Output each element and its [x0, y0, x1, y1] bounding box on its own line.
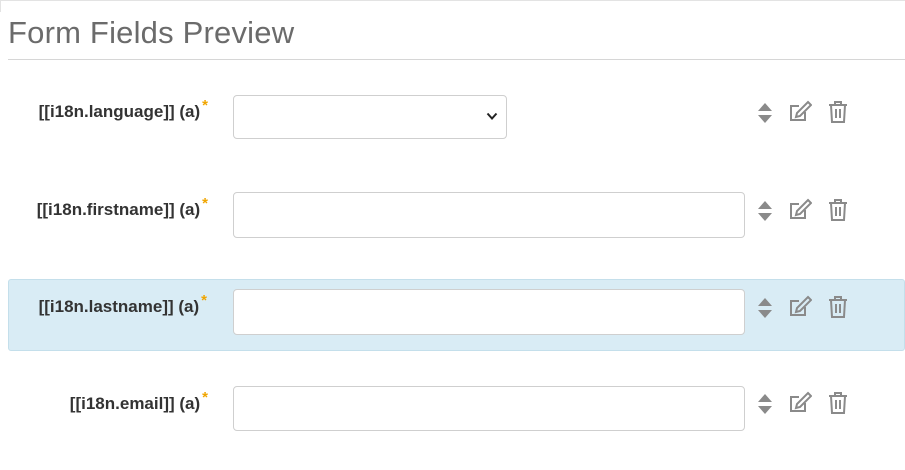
field-label-firstname: [[i18n.firstname]] (a) * — [36, 195, 208, 219]
trash-icon[interactable] — [826, 100, 850, 124]
firstname-input[interactable] — [233, 192, 745, 238]
trash-icon[interactable] — [826, 391, 850, 415]
page-title: Form Fields Preview — [8, 15, 295, 50]
field-label-lastname: [[i18n.lastname]] (a) * — [38, 292, 207, 316]
sort-icon[interactable] — [753, 296, 777, 320]
edit-icon[interactable] — [788, 198, 812, 222]
form-field-row-lastname[interactable]: [[i18n.lastname]] (a) * — [8, 279, 905, 351]
required-marker: * — [202, 97, 208, 114]
form-field-row-email: [[i18n.email]] (a) * — [8, 381, 905, 435]
top-border — [0, 0, 905, 1]
form-field-row-firstname: [[i18n.firstname]] (a) * — [8, 187, 905, 241]
field-label-email: [[i18n.email]] (a) * — [69, 389, 208, 413]
edit-icon[interactable] — [788, 295, 812, 319]
trash-icon[interactable] — [826, 295, 850, 319]
sort-icon[interactable] — [753, 392, 777, 416]
sort-icon[interactable] — [753, 101, 777, 125]
edit-icon[interactable] — [788, 100, 812, 124]
lastname-input[interactable] — [233, 289, 745, 335]
form-field-row-language: [[i18n.language]] (a) * — [8, 90, 905, 140]
edit-icon[interactable] — [788, 391, 812, 415]
trash-icon[interactable] — [826, 198, 850, 222]
field-label-language: [[i18n.language]] (a) * — [38, 97, 208, 121]
required-marker: * — [202, 389, 208, 406]
required-marker: * — [202, 195, 208, 212]
sort-icon[interactable] — [753, 199, 777, 223]
required-marker: * — [201, 292, 207, 309]
email-input[interactable] — [233, 386, 745, 431]
chevron-down-icon — [486, 112, 498, 120]
language-select[interactable] — [233, 95, 507, 139]
title-divider — [8, 59, 905, 60]
left-border — [0, 0, 1, 12]
